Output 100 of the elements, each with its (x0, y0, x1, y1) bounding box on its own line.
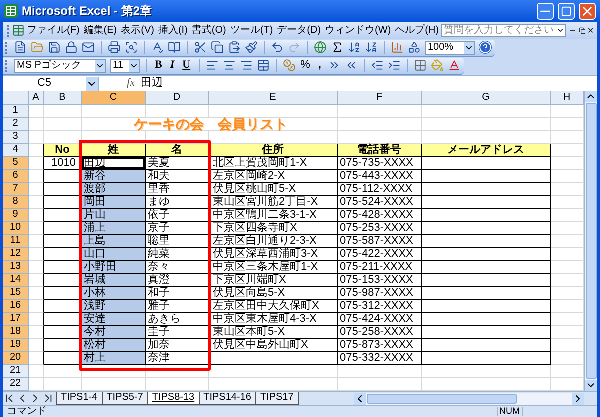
sheet-tab[interactable]: TIPS5-7 (102, 392, 148, 405)
row-header[interactable]: 5 (3, 157, 29, 170)
column-header[interactable]: C (82, 91, 146, 105)
column-header[interactable]: A (29, 91, 44, 105)
bold-button[interactable]: B (153, 60, 164, 71)
scroll-right-icon[interactable] (572, 392, 584, 404)
vertical-scrollbar[interactable] (584, 91, 597, 391)
row-header[interactable]: 19 (3, 339, 29, 352)
sheet-tab[interactable]: TIPS14-16 (198, 392, 256, 405)
row-header[interactable]: 7 (3, 183, 29, 196)
coins-icon[interactable] (282, 59, 296, 72)
shapes-icon[interactable] (408, 41, 421, 54)
font-dropdown[interactable]: MS Pゴシック (14, 58, 106, 72)
help-search-field[interactable]: 質問を入力してください (441, 24, 566, 37)
book-icon[interactable] (168, 41, 181, 54)
menu-item[interactable]: 書式(O) (190, 26, 228, 36)
column-header[interactable]: F (338, 91, 422, 105)
align-right-icon[interactable] (240, 59, 253, 72)
underline-button[interactable]: U (180, 60, 193, 71)
menu-item[interactable]: 挿入(I) (156, 26, 190, 36)
row-header[interactable]: 9 (3, 209, 29, 222)
table-cell: 住所 (209, 144, 338, 157)
maximize-button[interactable] (558, 2, 575, 20)
horizontal-scrollbar[interactable] (354, 392, 584, 404)
function-button[interactable]: fx (99, 78, 139, 89)
minimize-button[interactable] (537, 2, 554, 20)
column-header[interactable]: B (44, 91, 82, 105)
percent-button[interactable]: % (300, 60, 312, 71)
row-header[interactable]: 1 (3, 105, 29, 118)
scroll-thumb[interactable] (367, 394, 517, 404)
copy-icon[interactable] (211, 41, 224, 54)
scroll-up-icon[interactable] (585, 91, 597, 102)
borders-icon[interactable] (414, 59, 428, 72)
save-icon[interactable] (48, 41, 61, 54)
mail-icon[interactable] (82, 41, 95, 54)
row-header[interactable]: 18 (3, 326, 29, 339)
row-header[interactable]: 14 (3, 274, 29, 287)
font-color-icon[interactable] (448, 59, 462, 72)
italic-button[interactable]: I (168, 60, 177, 71)
column-header[interactable]: E (209, 91, 338, 105)
table-cell: 岩城 (82, 274, 146, 287)
menu-item[interactable]: ヘルプ(H) (393, 26, 442, 36)
globe-icon[interactable] (314, 41, 327, 54)
font-size-dropdown[interactable]: 11 (110, 58, 140, 72)
close-button[interactable] (579, 2, 596, 20)
zoom-dropdown[interactable]: 100% (425, 40, 475, 54)
spreadsheet-icon[interactable] (12, 24, 25, 37)
row-header[interactable]: 6 (3, 170, 29, 183)
sort-descending-icon[interactable] (365, 41, 378, 54)
formula-field[interactable]: 田辺 (139, 78, 597, 89)
menu-item[interactable]: ウィンドウ(W) (323, 26, 394, 36)
menu-item[interactable]: 表示(V) (119, 26, 156, 36)
scroll-thumb[interactable] (586, 103, 596, 379)
spell-check-icon[interactable] (151, 41, 164, 54)
undo-icon[interactable] (271, 41, 284, 54)
row-header[interactable]: 22 (3, 378, 29, 391)
row-header[interactable]: 17 (3, 313, 29, 326)
lock-icon[interactable] (65, 41, 78, 54)
column-header[interactable]: D (146, 91, 209, 105)
help-icon[interactable] (479, 41, 492, 54)
sheet-tab[interactable]: TIPS8-13 (147, 392, 200, 405)
sheet-tab[interactable]: TIPS1-4 (56, 392, 103, 405)
menu-item[interactable]: データ(D) (275, 26, 324, 36)
row-header[interactable]: 10 (3, 222, 29, 235)
align-center-icon[interactable] (222, 59, 236, 72)
merge-cells-icon[interactable] (256, 59, 270, 72)
row-header[interactable]: 2 (3, 118, 29, 131)
blank-page-icon[interactable] (14, 41, 27, 54)
comma-button[interactable]: , (315, 60, 324, 71)
row-header[interactable]: 16 (3, 300, 29, 313)
column-header[interactable]: H (551, 91, 584, 105)
sum-icon[interactable] (331, 41, 344, 54)
paintbrush-icon[interactable] (245, 41, 258, 54)
restore-icon[interactable] (578, 26, 586, 36)
print-preview-icon[interactable] (125, 41, 138, 54)
indent-icon[interactable] (388, 59, 402, 72)
scroll-down-icon[interactable] (585, 380, 597, 391)
align-left-icon[interactable] (206, 59, 219, 72)
fill-color-icon[interactable] (431, 59, 444, 72)
sheet-tab[interactable]: TIPS17 (255, 392, 299, 405)
cut-icon[interactable] (194, 41, 207, 54)
row-header[interactable]: 13 (3, 261, 29, 274)
row-header[interactable]: 12 (3, 248, 29, 261)
outdent-icon[interactable] (371, 59, 384, 72)
row-header[interactable]: 3 (3, 131, 29, 144)
column-header[interactable]: G (422, 91, 551, 105)
row-header[interactable]: 20 (3, 352, 29, 365)
row-header[interactable]: 4 (3, 144, 29, 157)
bar-chart-icon[interactable] (391, 41, 404, 54)
print-icon[interactable] (108, 41, 121, 54)
sort-ascending-icon[interactable] (348, 41, 361, 54)
row-header[interactable]: 11 (3, 235, 29, 248)
menu-item[interactable]: ファイル(F) (25, 26, 82, 36)
paste-icon[interactable] (228, 41, 241, 54)
scroll-left-icon[interactable] (354, 392, 366, 404)
menu-item[interactable]: ツール(T) (228, 26, 276, 36)
menu-item[interactable]: 編集(E) (82, 26, 120, 36)
row-header[interactable]: 21 (3, 365, 29, 378)
row-header[interactable]: 8 (3, 196, 29, 209)
row-header[interactable]: 15 (3, 287, 29, 300)
